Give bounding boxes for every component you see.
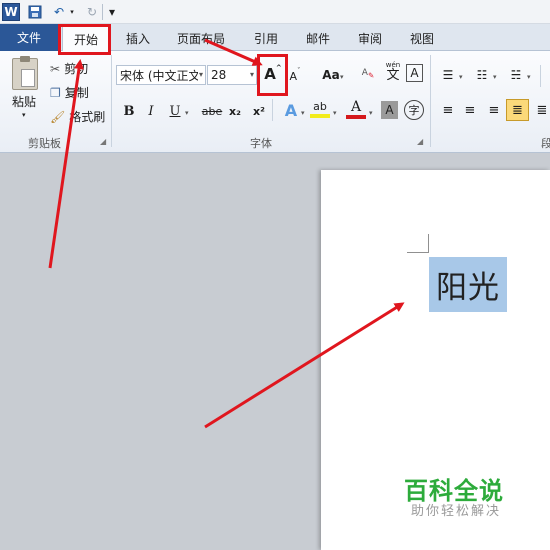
annotation-arrows [48, 38, 405, 429]
arrow-to-grow-font [204, 38, 263, 66]
arrow-to-selected-text [204, 302, 405, 429]
arrow-to-home-tab [48, 59, 84, 269]
